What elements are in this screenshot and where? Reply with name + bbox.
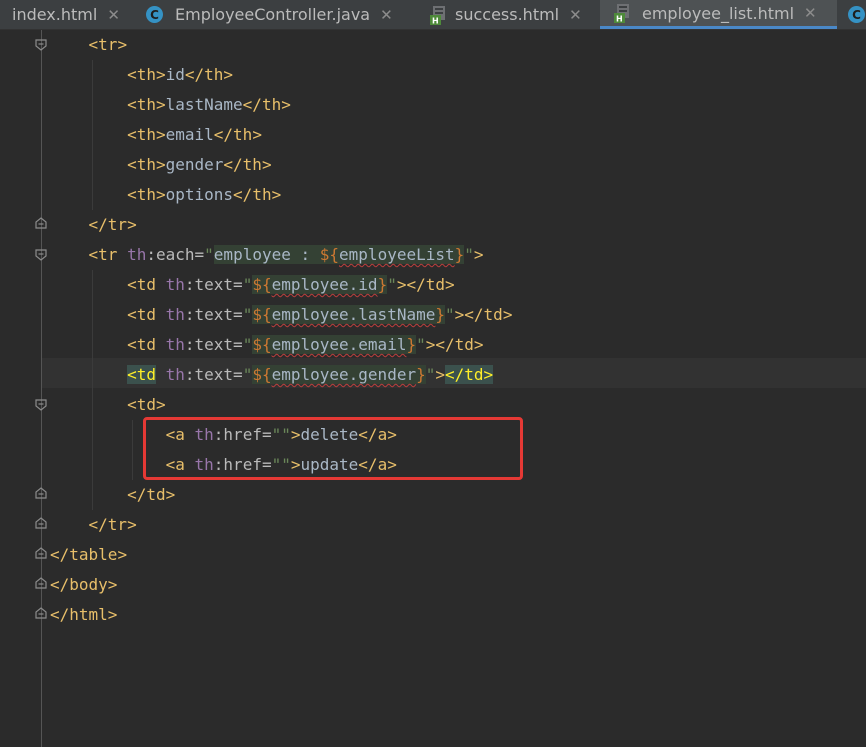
code-line: <td th:text="${employee.id}"></td> bbox=[127, 275, 455, 294]
highlight-annotation-box bbox=[143, 417, 523, 480]
close-icon[interactable]: ✕ bbox=[107, 6, 120, 24]
code-line: <th>options</th> bbox=[127, 185, 282, 204]
fold-close-icon[interactable] bbox=[34, 216, 48, 230]
code-editor[interactable]: <tr> <th>id</th> <th>lastName</th> <th>e… bbox=[0, 30, 866, 747]
code-line-current: <td th:text="${employee.gender}"></td> bbox=[127, 365, 494, 384]
code-line: <td th:text="${employee.lastName}"></td> bbox=[127, 305, 513, 324]
code-line: <th>email</th> bbox=[127, 125, 262, 144]
java-class-icon: C bbox=[848, 6, 865, 23]
tab-overflow[interactable]: C bbox=[848, 0, 865, 29]
code-line: </body> bbox=[50, 575, 118, 594]
fold-close-icon[interactable] bbox=[34, 546, 48, 560]
java-class-icon: C bbox=[146, 6, 163, 23]
fold-open-icon[interactable] bbox=[34, 398, 48, 412]
tab-success-html[interactable]: H success.html ✕ bbox=[430, 0, 582, 29]
code-line: </tr> bbox=[88, 515, 137, 534]
html-file-icon: H bbox=[614, 3, 633, 23]
code-line: <td th:text="${employee.email}"></td> bbox=[127, 335, 484, 354]
svg-text:H: H bbox=[432, 16, 439, 25]
code-line: <th>lastName</th> bbox=[127, 95, 291, 114]
fold-open-icon[interactable] bbox=[34, 248, 48, 262]
code-line: </td> bbox=[127, 485, 176, 504]
tab-label: index.html bbox=[12, 5, 98, 24]
fold-close-icon[interactable] bbox=[34, 486, 48, 500]
code-line: </tr> bbox=[88, 215, 137, 234]
html-file-icon: H bbox=[430, 5, 449, 25]
tab-label: success.html bbox=[455, 5, 560, 24]
code-line: <tr th:each="employee : ${employeeList}"… bbox=[88, 245, 484, 264]
tab-employee-controller[interactable]: C EmployeeController.java ✕ bbox=[146, 0, 393, 29]
code-line: </html> bbox=[50, 605, 118, 624]
fold-close-icon[interactable] bbox=[34, 576, 48, 590]
close-icon[interactable]: ✕ bbox=[569, 6, 582, 24]
gutter-border bbox=[41, 30, 42, 747]
tab-label: EmployeeController.java bbox=[175, 5, 371, 24]
code-line: <tr> bbox=[88, 35, 128, 54]
close-icon[interactable]: ✕ bbox=[804, 4, 817, 22]
fold-close-icon[interactable] bbox=[34, 606, 48, 620]
tab-label: employee_list.html bbox=[642, 3, 795, 23]
code-line: <th>id</th> bbox=[127, 65, 234, 84]
tab-employee-list-html[interactable]: H employee_list.html ✕ bbox=[600, 0, 837, 29]
code-line: </table> bbox=[50, 545, 128, 564]
code-line: <th>gender</th> bbox=[127, 155, 272, 174]
fold-close-icon[interactable] bbox=[34, 516, 48, 530]
fold-open-icon[interactable] bbox=[34, 38, 48, 52]
svg-text:H: H bbox=[616, 15, 623, 24]
tab-index-html[interactable]: index.html ✕ bbox=[0, 0, 120, 29]
code-line: <td> bbox=[127, 395, 166, 414]
close-icon[interactable]: ✕ bbox=[380, 6, 393, 24]
editor-tab-bar: index.html ✕ C EmployeeController.java ✕… bbox=[0, 0, 866, 30]
